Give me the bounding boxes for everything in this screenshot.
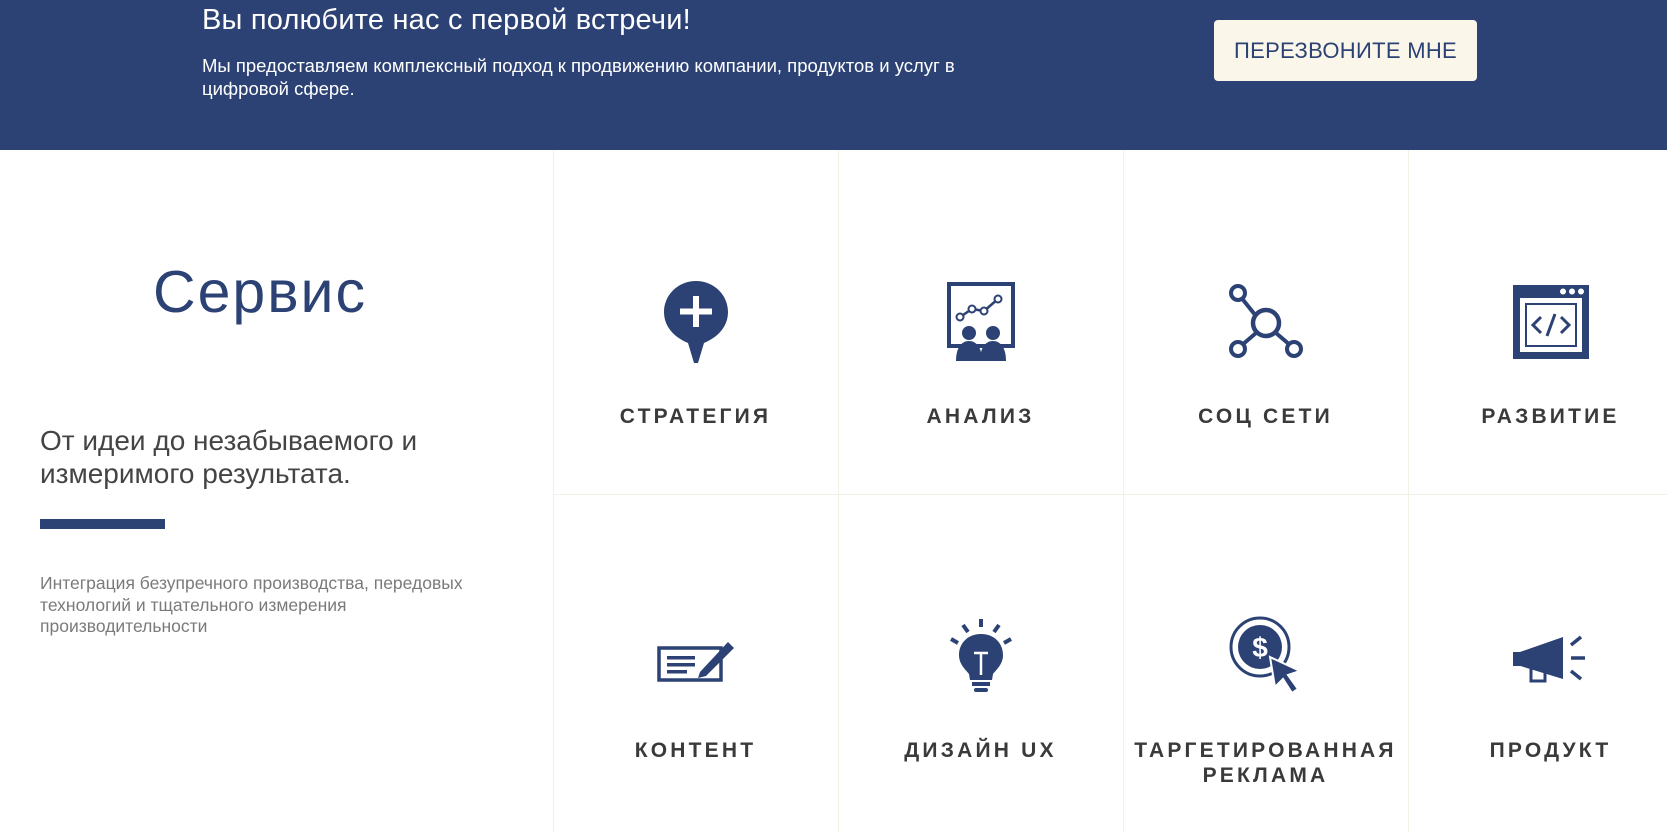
service-card-content[interactable]: КОНТЕНТ <box>553 494 838 832</box>
services-grid: СТРАТЕГИЯ АНАЛИЗ СОЦ СЕТИ РАЗВИТИЕ КОНТЕ… <box>553 150 1667 832</box>
service-card-product[interactable]: ПРОДУКТ <box>1408 494 1667 832</box>
banner-description: Мы предоставляем комплексный подход к пр… <box>202 55 955 99</box>
service-title: Сервис <box>152 259 368 325</box>
service-card-development[interactable]: РАЗВИТИЕ <box>1408 150 1667 494</box>
dollar-click-icon: $ <box>1221 610 1311 700</box>
service-label: АНАЛИЗ <box>926 405 1035 428</box>
service-label: СТРАТЕГИЯ <box>619 405 772 428</box>
service-card-social[interactable]: СОЦ СЕТИ <box>1123 150 1408 494</box>
accent-divider <box>40 519 165 529</box>
code-window-icon <box>1506 277 1596 367</box>
network-nodes-icon <box>1221 277 1311 367</box>
plus-pin-icon <box>651 277 741 367</box>
banner-title: Вы полюбите нас с первой встречи! <box>202 4 691 36</box>
analytics-board-icon <box>936 277 1026 367</box>
service-label: КОНТЕНТ <box>634 739 757 762</box>
document-pen-icon <box>651 614 741 704</box>
service-card-targeted-ads[interactable]: $ ТАРГЕТИРОВАННАЯ РЕКЛАМА <box>1123 494 1408 832</box>
svg-text:$: $ <box>1252 632 1268 663</box>
service-label: СОЦ СЕТИ <box>1198 405 1333 428</box>
service-description: Интеграция безупречного производства, пе… <box>40 573 463 636</box>
service-label: ПРОДУКТ <box>1489 739 1612 762</box>
service-label: РАЗВИТИЕ <box>1481 405 1620 428</box>
service-card-strategy[interactable]: СТРАТЕГИЯ <box>553 150 838 494</box>
megaphone-icon <box>1506 612 1596 702</box>
service-card-ux-design[interactable]: ДИЗАЙН UX <box>838 494 1123 832</box>
service-subtitle: От идеи до незабываемого и измеримого ре… <box>40 425 418 489</box>
service-card-analysis[interactable]: АНАЛИЗ <box>838 150 1123 494</box>
service-label: ТАРГЕТИРОВАННАЯ РЕКЛАМА <box>1134 739 1397 787</box>
service-label: ДИЗАЙН UX <box>904 739 1057 762</box>
top-banner: Вы полюбите нас с первой встречи! Мы пре… <box>0 0 1667 150</box>
callback-button[interactable]: ПЕРЕЗВОНИТЕ МНЕ <box>1214 20 1477 81</box>
lightbulb-icon <box>936 612 1026 702</box>
